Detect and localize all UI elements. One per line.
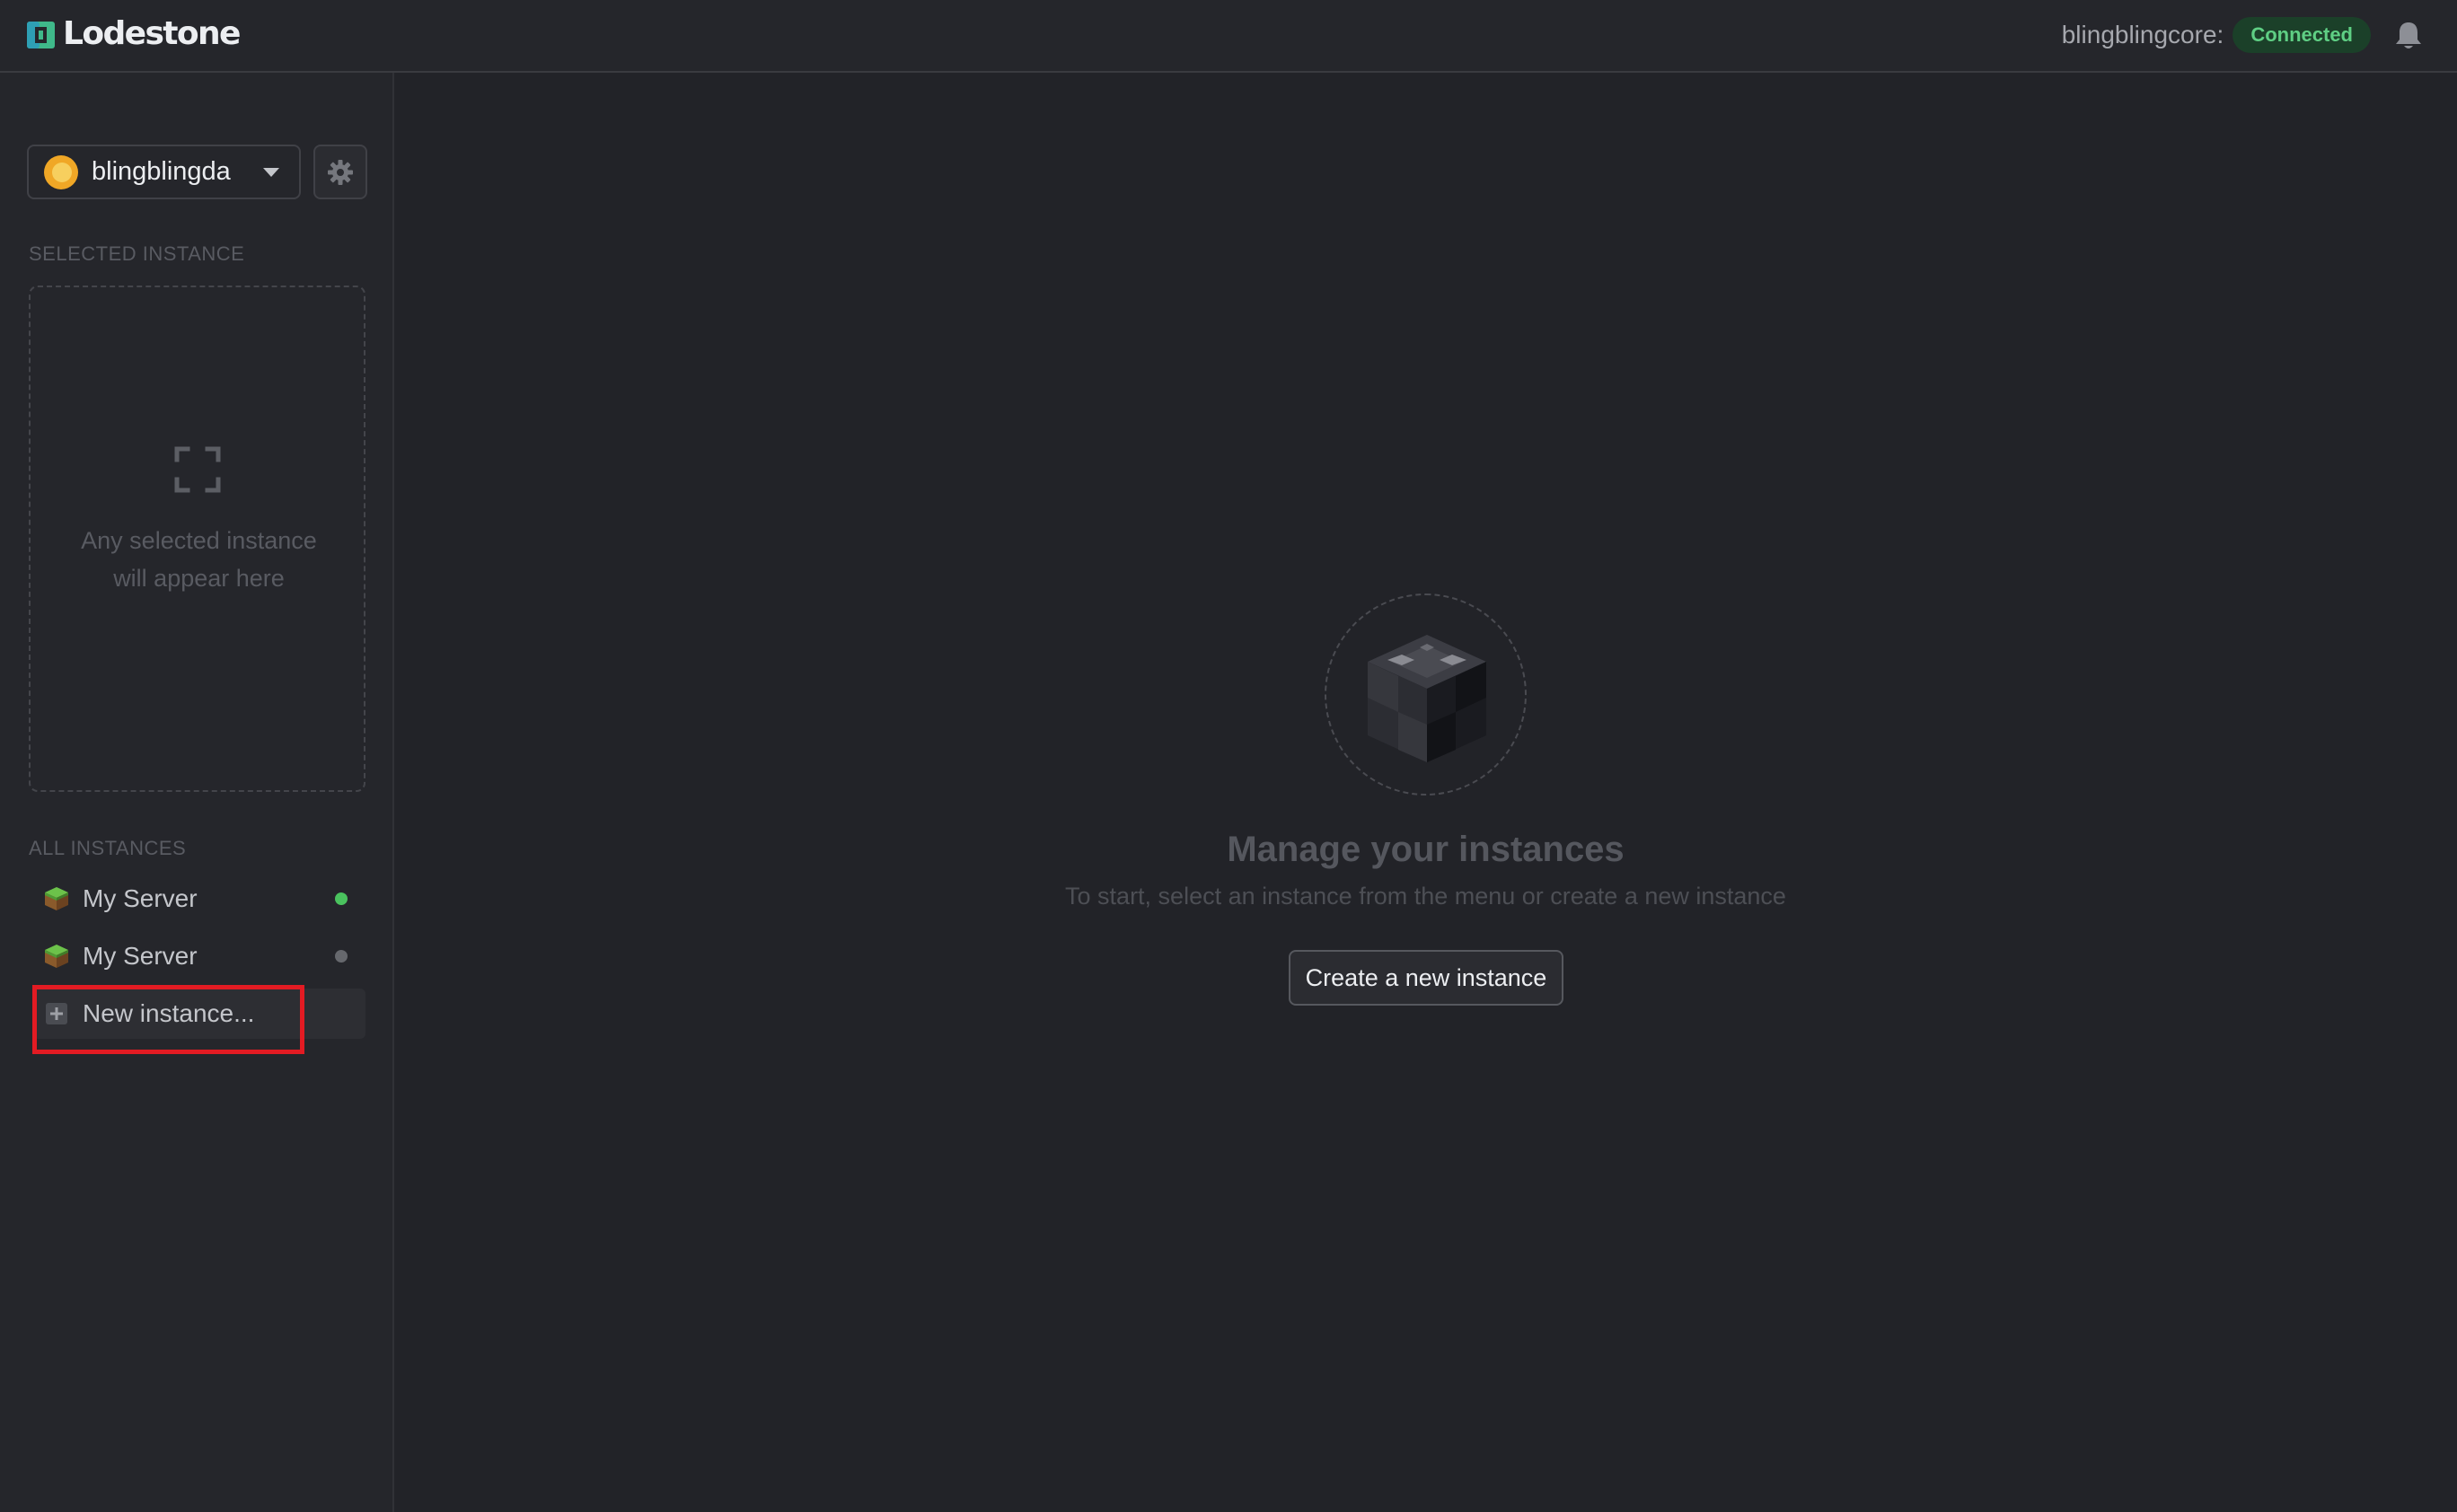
lodestone-logo-icon	[27, 22, 55, 48]
avatar	[44, 154, 78, 189]
instance-status-dot	[335, 950, 348, 963]
connection-status-badge: Connected	[2232, 17, 2371, 53]
cube-icon	[1368, 635, 1486, 762]
selected-placeholder-text: Any selected instance will appear here	[81, 527, 317, 592]
chevron-down-icon	[263, 167, 279, 177]
empty-state-subtitle: To start, select an instance from the me…	[1065, 883, 1786, 910]
brand-name: Lodestone	[63, 15, 241, 52]
new-instance-button[interactable]: New instance...	[32, 989, 365, 1039]
user-selector[interactable]: blingblingda	[27, 145, 301, 199]
sidebar: blingblingda SELECTED INSTANCE Any selec…	[0, 73, 394, 1512]
grass-block-icon	[45, 887, 68, 910]
instance-item[interactable]: My Server	[32, 931, 365, 981]
gear-icon	[328, 159, 353, 185]
bell-icon[interactable]	[2394, 21, 2423, 51]
instance-status-dot	[335, 892, 348, 905]
new-instance-label: New instance...	[83, 999, 255, 1027]
all-instances-label: ALL INSTANCES	[29, 837, 187, 859]
instance-name: My Server	[83, 884, 198, 912]
user-name: blingblingda	[92, 157, 231, 186]
core-name: blingblingcore:	[2061, 21, 2224, 48]
focus-frame-icon	[174, 446, 221, 493]
settings-button[interactable]	[313, 145, 367, 199]
selected-instance-placeholder: Any selected instance will appear here	[29, 286, 365, 792]
selected-instance-label: SELECTED INSTANCE	[29, 242, 245, 265]
create-instance-button[interactable]: Create a new instance	[1289, 950, 1563, 1006]
empty-state-illustration	[1325, 593, 1527, 796]
plus-square-icon	[46, 1003, 67, 1024]
top-bar: Lodestone blingblingcore: Connected	[0, 0, 2457, 73]
core-connection[interactable]: blingblingcore: Connected	[2062, 17, 2371, 53]
empty-state-title: Manage your instances	[1227, 830, 1625, 869]
brand[interactable]: Lodestone	[27, 14, 241, 54]
instance-item[interactable]: My Server	[32, 874, 365, 924]
grass-block-icon	[45, 945, 68, 968]
instance-name: My Server	[83, 942, 198, 970]
